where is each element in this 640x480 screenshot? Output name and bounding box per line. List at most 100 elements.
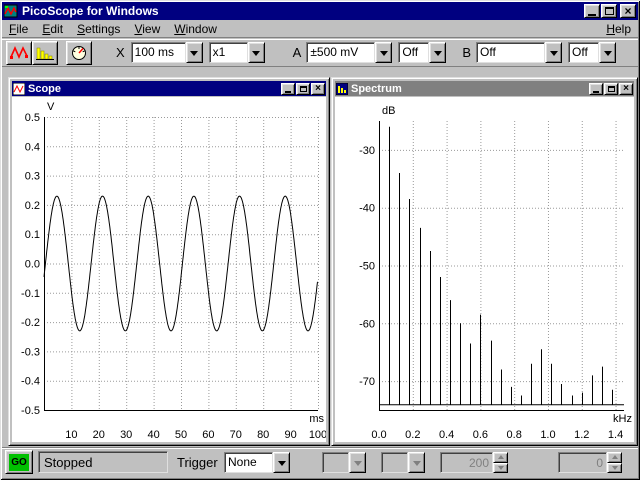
trigger-direction-select xyxy=(381,452,425,473)
app-icon xyxy=(4,4,18,18)
svg-text:40: 40 xyxy=(147,429,159,441)
scope-chart-svg: 1020304050607080901000.50.40.30.20.10.0-… xyxy=(12,97,326,442)
go-button[interactable]: GO xyxy=(5,450,33,474)
spectrum-chart: 0.00.20.40.60.81.01.21.4-30-40-50-60-70d… xyxy=(335,97,634,442)
svg-text:1.4: 1.4 xyxy=(608,429,623,441)
svg-text:-0.1: -0.1 xyxy=(21,288,40,300)
svg-text:100: 100 xyxy=(309,429,326,441)
channel-b-mode-value: Off xyxy=(568,42,599,63)
channel-a-range-dropdown-button[interactable] xyxy=(375,42,392,63)
menu-item-edit[interactable]: Edit xyxy=(35,20,70,38)
scope-view-button[interactable] xyxy=(6,41,32,65)
channel-a-label: A xyxy=(293,45,302,60)
spectrum-maximize-button[interactable] xyxy=(604,83,618,95)
svg-text:-0.4: -0.4 xyxy=(21,376,40,388)
spectrum-window-title: Spectrum xyxy=(351,83,588,95)
delay-down-button xyxy=(607,463,622,474)
x-axis-label: X xyxy=(116,45,125,60)
svg-text:0.2: 0.2 xyxy=(405,429,420,441)
menu-item-view[interactable]: View xyxy=(127,20,167,38)
mdi-area: Scope × 1020304050607080901000.50.40.30.… xyxy=(2,68,638,447)
threshold-up-button xyxy=(493,452,508,463)
spectrum-window-icon xyxy=(336,83,348,95)
svg-text:50: 50 xyxy=(175,429,187,441)
spectrum-view-button[interactable] xyxy=(32,41,58,65)
svg-text:V: V xyxy=(47,101,55,113)
svg-text:1.2: 1.2 xyxy=(574,429,589,441)
picoscope-app-window: PicoScope for Windows × FileEditSettings… xyxy=(0,0,640,480)
scope-chart: 1020304050607080901000.50.40.30.20.10.0-… xyxy=(12,97,326,442)
svg-text:-0.2: -0.2 xyxy=(21,317,40,329)
svg-text:0.4: 0.4 xyxy=(439,429,454,441)
scope-window: Scope × 1020304050607080901000.50.40.30.… xyxy=(8,77,330,446)
scope-window-titlebar[interactable]: Scope × xyxy=(12,81,326,96)
titlebar: PicoScope for Windows × xyxy=(2,2,638,20)
multiplier-dropdown-button[interactable] xyxy=(248,42,265,63)
trigger-mode-select[interactable]: None xyxy=(224,452,290,473)
svg-text:-0.5: -0.5 xyxy=(21,405,40,417)
menu-bar: FileEditSettingsViewWindow Help xyxy=(2,20,638,38)
svg-text:-30: -30 xyxy=(359,145,375,157)
svg-text:80: 80 xyxy=(257,429,269,441)
menu-item-help[interactable]: Help xyxy=(599,20,638,38)
timebase-select[interactable]: 100 ms xyxy=(131,42,203,63)
svg-text:-60: -60 xyxy=(359,318,375,330)
trigger-direction-value xyxy=(381,452,408,473)
svg-text:10: 10 xyxy=(65,429,77,441)
svg-text:20: 20 xyxy=(93,429,105,441)
meter-view-button[interactable] xyxy=(66,41,92,65)
svg-text:0.4: 0.4 xyxy=(25,141,40,153)
svg-text:0.2: 0.2 xyxy=(25,200,40,212)
spectrum-window: Spectrum × 0.00.20.40.60.81.01.21.4-30-4… xyxy=(331,77,638,446)
toolbar: X 100 ms x1 A ±500 mV Off B Off Off xyxy=(2,39,638,67)
trigger-direction-dropdown-button xyxy=(408,452,425,473)
trigger-delay-spinner: 0 xyxy=(558,452,622,473)
maximize-button[interactable] xyxy=(601,4,617,18)
menu-items-right: Help xyxy=(599,20,638,38)
channel-b-mode-select[interactable]: Off xyxy=(568,42,616,63)
channel-a-range-select[interactable]: ±500 mV xyxy=(306,42,392,63)
scope-maximize-button[interactable] xyxy=(296,83,310,95)
multiplier-select[interactable]: x1 xyxy=(209,42,265,63)
channel-a-mode-dropdown-button[interactable] xyxy=(429,42,446,63)
status-text: Stopped xyxy=(38,451,168,473)
channel-a-mode-select[interactable]: Off xyxy=(398,42,446,63)
spectrum-close-button[interactable]: × xyxy=(619,83,633,95)
menu-item-window[interactable]: Window xyxy=(167,20,224,38)
menu-item-settings[interactable]: Settings xyxy=(70,20,127,38)
trigger-channel-select xyxy=(322,452,366,473)
trigger-threshold-value: 200 xyxy=(440,452,493,473)
svg-text:-0.3: -0.3 xyxy=(21,346,40,358)
meter-dial-icon xyxy=(70,45,88,61)
trigger-threshold-spinner: 200 xyxy=(440,452,508,473)
svg-text:0.1: 0.1 xyxy=(25,229,40,241)
svg-text:ms: ms xyxy=(309,413,324,425)
scope-window-icon xyxy=(13,83,25,95)
spectrum-window-titlebar[interactable]: Spectrum × xyxy=(335,81,634,96)
delay-up-button xyxy=(607,452,622,463)
channel-b-range-dropdown-button[interactable] xyxy=(545,42,562,63)
trigger-channel-value xyxy=(322,452,349,473)
scope-window-title: Scope xyxy=(28,83,280,95)
scope-trace-icon xyxy=(10,45,28,61)
scope-close-button[interactable]: × xyxy=(311,83,325,95)
svg-text:dB: dB xyxy=(382,105,395,117)
threshold-down-button xyxy=(493,463,508,474)
timebase-dropdown-button[interactable] xyxy=(186,42,203,63)
go-button-label: GO xyxy=(9,454,29,471)
svg-text:60: 60 xyxy=(202,429,214,441)
menu-item-file[interactable]: File xyxy=(2,20,35,38)
svg-text:1.0: 1.0 xyxy=(540,429,555,441)
minimize-button[interactable] xyxy=(584,4,600,18)
channel-b-range-select[interactable]: Off xyxy=(476,42,562,63)
spectrum-chart-svg: 0.00.20.40.60.81.01.21.4-30-40-50-60-70d… xyxy=(335,97,634,442)
trigger-mode-dropdown-button[interactable] xyxy=(273,452,290,473)
trigger-delay-value: 0 xyxy=(558,452,607,473)
svg-text:0.3: 0.3 xyxy=(25,171,40,183)
svg-text:30: 30 xyxy=(120,429,132,441)
channel-b-mode-dropdown-button[interactable] xyxy=(599,42,616,63)
svg-text:70: 70 xyxy=(230,429,242,441)
spectrum-minimize-button[interactable] xyxy=(589,83,603,95)
close-button[interactable]: × xyxy=(620,4,636,18)
scope-minimize-button[interactable] xyxy=(281,83,295,95)
